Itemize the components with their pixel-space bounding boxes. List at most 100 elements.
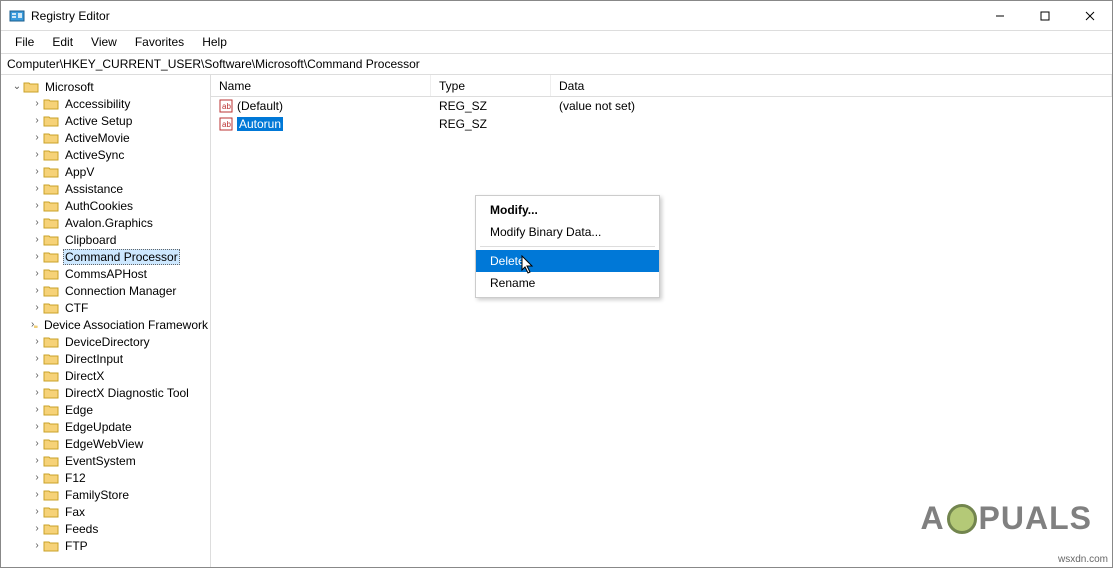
chevron-right-icon[interactable]: › <box>31 404 43 415</box>
tree-node-microsoft[interactable]: ⌄Microsoft <box>1 78 210 95</box>
tree-label: Device Association Framework <box>42 318 210 332</box>
chevron-right-icon[interactable]: › <box>31 302 43 313</box>
folder-icon <box>43 284 59 298</box>
tree-node[interactable]: ›Command Processor <box>1 248 210 265</box>
chevron-right-icon[interactable]: › <box>31 489 43 500</box>
tree-label: Fax <box>63 505 87 519</box>
context-menu: Modify... Modify Binary Data... Delete R… <box>475 195 660 298</box>
folder-icon <box>43 505 59 519</box>
chevron-right-icon[interactable]: › <box>31 234 43 245</box>
chevron-right-icon[interactable]: › <box>31 438 43 449</box>
folder-icon <box>43 114 59 128</box>
tree-label: CommsAPHost <box>63 267 149 281</box>
tree-node[interactable]: ›DeviceDirectory <box>1 333 210 350</box>
close-button[interactable] <box>1067 1 1112 31</box>
column-name[interactable]: Name <box>211 75 431 96</box>
folder-icon <box>43 335 59 349</box>
chevron-right-icon[interactable]: › <box>31 506 43 517</box>
tree-label: FTP <box>63 539 90 553</box>
folder-icon <box>34 318 38 332</box>
tree-node[interactable]: ›AppV <box>1 163 210 180</box>
chevron-right-icon[interactable]: › <box>31 472 43 483</box>
chevron-right-icon[interactable]: › <box>31 387 43 398</box>
value-row[interactable]: abAutorunREG_SZ <box>211 115 1112 133</box>
address-bar[interactable]: Computer\HKEY_CURRENT_USER\Software\Micr… <box>1 53 1112 75</box>
tree-node[interactable]: › FTP <box>1 537 210 554</box>
tree-node[interactable]: ›Connection Manager <box>1 282 210 299</box>
chevron-right-icon[interactable]: › <box>31 115 43 126</box>
tree-label: CTF <box>63 301 90 315</box>
minimize-button[interactable] <box>977 1 1022 31</box>
folder-icon <box>43 233 59 247</box>
tree-node[interactable]: › DirectX Diagnostic Tool <box>1 384 210 401</box>
chevron-right-icon[interactable]: › <box>31 370 43 381</box>
menu-file[interactable]: File <box>7 33 42 51</box>
tree-node[interactable]: › CommsAPHost <box>1 265 210 282</box>
chevron-right-icon[interactable]: › <box>31 217 43 228</box>
menu-help[interactable]: Help <box>194 33 235 51</box>
tree-node[interactable]: ›EdgeWebView <box>1 435 210 452</box>
tree-node[interactable]: ›ActiveSync <box>1 146 210 163</box>
chevron-right-icon[interactable]: › <box>31 285 43 296</box>
folder-icon <box>43 352 59 366</box>
tree-label: AuthCookies <box>63 199 135 213</box>
column-type[interactable]: Type <box>431 75 551 96</box>
context-separator <box>480 246 655 247</box>
registry-editor-window: Registry Editor File Edit View Favorites… <box>0 0 1113 568</box>
svg-text:ab: ab <box>222 102 231 111</box>
tree-node[interactable]: ›F12 <box>1 469 210 486</box>
context-delete[interactable]: Delete <box>476 250 659 272</box>
chevron-down-icon[interactable]: ⌄ <box>11 81 23 92</box>
chevron-right-icon[interactable]: › <box>31 132 43 143</box>
chevron-right-icon[interactable]: › <box>31 455 43 466</box>
tree-node[interactable]: › Clipboard <box>1 231 210 248</box>
tree-label: DirectX Diagnostic Tool <box>63 386 191 400</box>
tree-node[interactable]: ›Avalon.Graphics <box>1 214 210 231</box>
menu-view[interactable]: View <box>83 33 125 51</box>
value-type: REG_SZ <box>431 99 551 113</box>
chevron-right-icon[interactable]: › <box>31 149 43 160</box>
tree-node[interactable]: ›EdgeUpdate <box>1 418 210 435</box>
credit-text: wsxdn.com <box>1058 554 1108 565</box>
value-row[interactable]: ab(Default)REG_SZ(value not set) <box>211 97 1112 115</box>
column-data[interactable]: Data <box>551 75 1112 96</box>
chevron-right-icon[interactable]: › <box>31 166 43 177</box>
tree-node[interactable]: ›Device Association Framework <box>1 316 210 333</box>
tree-node[interactable]: ›FamilyStore <box>1 486 210 503</box>
context-modify-binary[interactable]: Modify Binary Data... <box>476 221 659 243</box>
menu-edit[interactable]: Edit <box>44 33 81 51</box>
tree-node[interactable]: ›ActiveMovie <box>1 129 210 146</box>
list-header: Name Type Data <box>211 75 1112 97</box>
folder-icon <box>23 80 39 94</box>
context-modify[interactable]: Modify... <box>476 199 659 221</box>
tree-node[interactable]: ›DirectX <box>1 367 210 384</box>
tree-node[interactable]: ›DirectInput <box>1 350 210 367</box>
tree-label: Clipboard <box>63 233 118 247</box>
chevron-right-icon[interactable]: › <box>31 336 43 347</box>
tree-panel[interactable]: ⌄Microsoft›Accessibility›Active Setup›Ac… <box>1 75 211 567</box>
tree-node[interactable]: ›EventSystem <box>1 452 210 469</box>
chevron-right-icon[interactable]: › <box>31 268 43 279</box>
chevron-right-icon[interactable]: › <box>31 251 43 262</box>
value-data: (value not set) <box>551 99 1112 113</box>
chevron-right-icon[interactable]: › <box>31 540 43 551</box>
chevron-right-icon[interactable]: › <box>31 421 43 432</box>
watermark: A PUALS <box>920 500 1092 537</box>
tree-node[interactable]: ›Feeds <box>1 520 210 537</box>
chevron-right-icon[interactable]: › <box>31 200 43 211</box>
chevron-right-icon[interactable]: › <box>31 523 43 534</box>
tree-node[interactable]: ›Accessibility <box>1 95 210 112</box>
tree-node[interactable]: › Fax <box>1 503 210 520</box>
folder-icon <box>43 148 59 162</box>
tree-node[interactable]: › CTF <box>1 299 210 316</box>
chevron-right-icon[interactable]: › <box>31 353 43 364</box>
context-rename[interactable]: Rename <box>476 272 659 294</box>
tree-node[interactable]: ›Assistance <box>1 180 210 197</box>
chevron-right-icon[interactable]: › <box>31 98 43 109</box>
menu-favorites[interactable]: Favorites <box>127 33 192 51</box>
tree-node[interactable]: › AuthCookies <box>1 197 210 214</box>
maximize-button[interactable] <box>1022 1 1067 31</box>
tree-node[interactable]: ›Active Setup <box>1 112 210 129</box>
chevron-right-icon[interactable]: › <box>31 183 43 194</box>
tree-node[interactable]: ›Edge <box>1 401 210 418</box>
